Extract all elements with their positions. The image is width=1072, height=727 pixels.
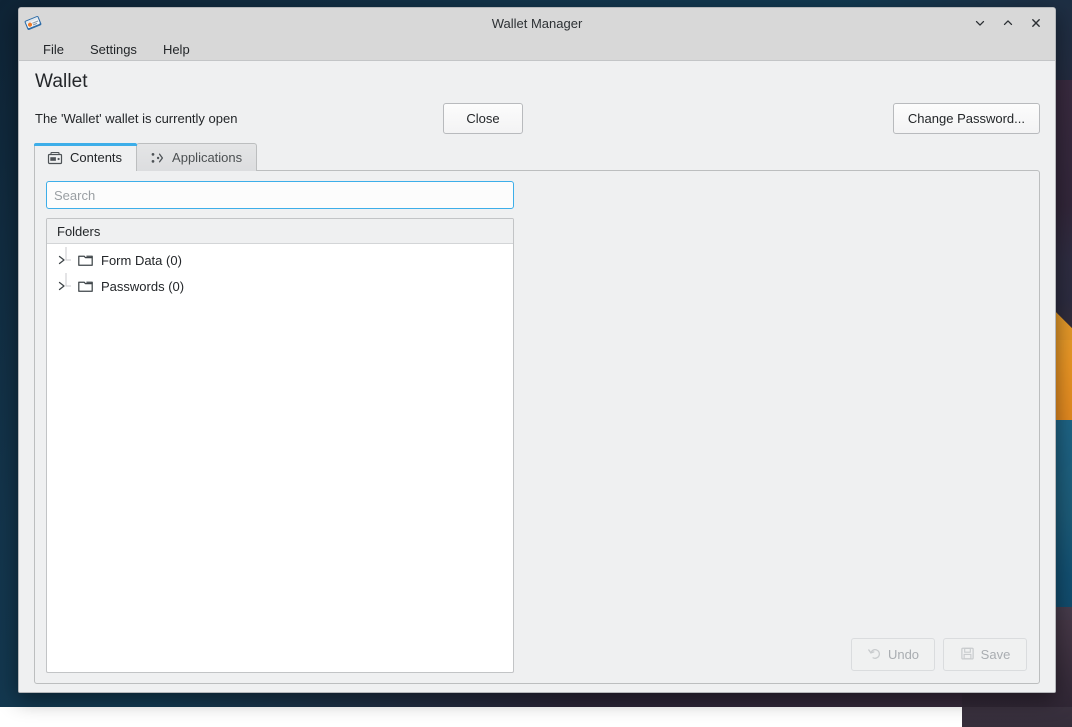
minimize-button[interactable]	[967, 11, 993, 35]
folders-header: Folders	[47, 219, 513, 244]
window-content: Wallet The 'Wallet' wallet is currently …	[19, 61, 1055, 692]
folders-column: Folders	[46, 181, 514, 673]
chevron-right-icon[interactable]	[55, 273, 77, 299]
entry-detail-column: Undo Save	[514, 181, 1029, 673]
save-button-label: Save	[980, 647, 1011, 662]
tab-contents[interactable]: Contents	[34, 143, 138, 171]
change-password-button[interactable]: Change Password...	[892, 102, 1040, 134]
tree-row[interactable]: Passwords (0)	[47, 273, 513, 299]
applications-plug-icon	[149, 150, 165, 166]
tab-applications-label: Applications	[172, 150, 243, 165]
wallet-manager-window: Wallet Manager File Settings Help Wallet…	[18, 7, 1056, 693]
menubar: File Settings Help	[19, 38, 1055, 61]
wallet-status-text: The 'Wallet' wallet is currently open	[35, 110, 238, 126]
undo-arrow-icon	[867, 646, 882, 663]
undo-button[interactable]: Undo	[851, 638, 935, 671]
close-wallet-button[interactable]: Close	[443, 102, 523, 134]
window-controls	[967, 8, 1049, 38]
wallet-header-row: The 'Wallet' wallet is currently open Cl…	[34, 95, 1040, 141]
maximize-button[interactable]	[995, 11, 1021, 35]
window-titlebar[interactable]: Wallet Manager	[19, 8, 1055, 38]
save-button[interactable]: Save	[943, 638, 1027, 671]
wallet-contents-icon	[47, 150, 63, 166]
menu-file[interactable]: File	[41, 41, 66, 58]
contents-tab-panel: Folders	[34, 170, 1040, 684]
folders-tree-panel: Folders Form Data (0) Passwords (0)	[46, 218, 514, 673]
tabbar: Contents Applications	[34, 143, 1040, 171]
folders-tree[interactable]: Form Data (0) Passwords (0)	[47, 244, 513, 672]
window-title: Wallet Manager	[491, 15, 583, 31]
tab-contents-label: Contents	[70, 150, 123, 165]
close-window-button[interactable]	[1023, 11, 1049, 35]
action-buttons: Undo Save	[851, 638, 1027, 671]
tab-applications[interactable]: Applications	[136, 143, 258, 171]
tree-row-label: Passwords (0)	[101, 278, 185, 294]
search-input[interactable]	[46, 181, 514, 209]
folder-icon	[77, 278, 94, 295]
floppy-save-icon	[960, 646, 975, 663]
menu-help[interactable]: Help	[161, 41, 192, 58]
page-title: Wallet	[35, 71, 88, 92]
undo-button-label: Undo	[887, 647, 920, 662]
tree-row[interactable]: Form Data (0)	[47, 247, 513, 273]
tree-row-label: Form Data (0)	[101, 252, 182, 268]
folder-icon	[77, 252, 94, 269]
menu-settings[interactable]: Settings	[88, 41, 139, 58]
chevron-right-icon[interactable]	[55, 247, 77, 273]
